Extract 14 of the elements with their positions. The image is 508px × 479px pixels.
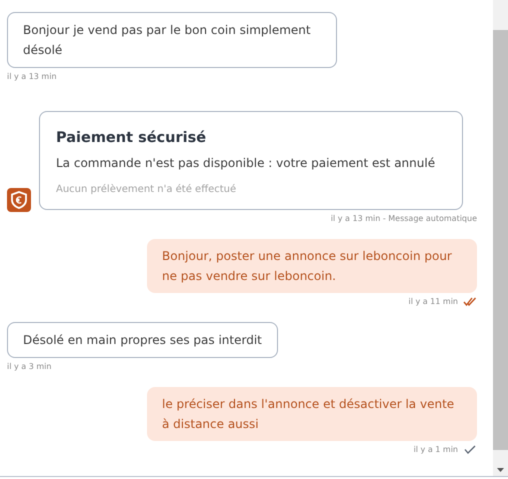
timestamp: il y a 13 min	[7, 72, 57, 81]
message-bubble: le préciser dans l'annonce et désactiver la vente à distance aussi	[147, 387, 477, 441]
timestamp: il y a 1 min	[414, 445, 458, 454]
card-title: Paiement sécurisé	[56, 130, 208, 146]
card-text: La commande n'est pas disponible : votre paiement est annulé	[56, 156, 436, 170]
timestamp: il y a 11 min	[408, 297, 458, 306]
scroll-down-icon[interactable]	[497, 468, 504, 472]
card-note: Aucun prélèvement n'a été effectué	[56, 184, 238, 195]
timestamp: il y a 3 min	[7, 362, 52, 371]
timestamp: il y a 13 min - Message automatique	[330, 214, 477, 223]
message-bubble: Désolé en main propres ses pas interdit	[7, 322, 278, 358]
message-bubble: Bonjour, poster une annonce sur leboncoin pour ne pas vendre sur leboncoin.	[147, 239, 477, 293]
shield-euro-icon	[7, 188, 31, 212]
message-bubble: Bonjour je vend pas par le bon coin simplement désolé	[7, 12, 337, 68]
